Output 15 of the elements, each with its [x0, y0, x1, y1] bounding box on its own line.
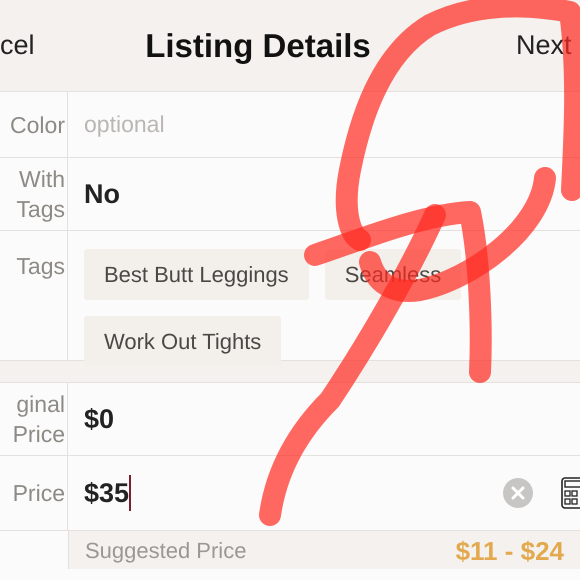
text-cursor: [129, 475, 132, 511]
field-label: Tags: [16, 252, 65, 281]
field-value[interactable]: $0: [84, 398, 114, 440]
field-label: Price: [12, 479, 65, 508]
field-label: With: [19, 165, 65, 194]
field-label: ginal: [16, 390, 65, 419]
field-value[interactable]: No: [84, 174, 120, 214]
price-input[interactable]: $35: [84, 472, 130, 514]
field-label: Price: [12, 420, 65, 449]
suggested-price-label: Suggested Price: [85, 537, 246, 565]
screen-title: Listing Details: [144, 26, 372, 66]
tag-chip[interactable]: Best Butt Leggings: [84, 249, 309, 300]
calculator-icon[interactable]: [561, 477, 580, 509]
field-label: Tags: [16, 195, 65, 224]
field-label: Color: [10, 110, 65, 140]
